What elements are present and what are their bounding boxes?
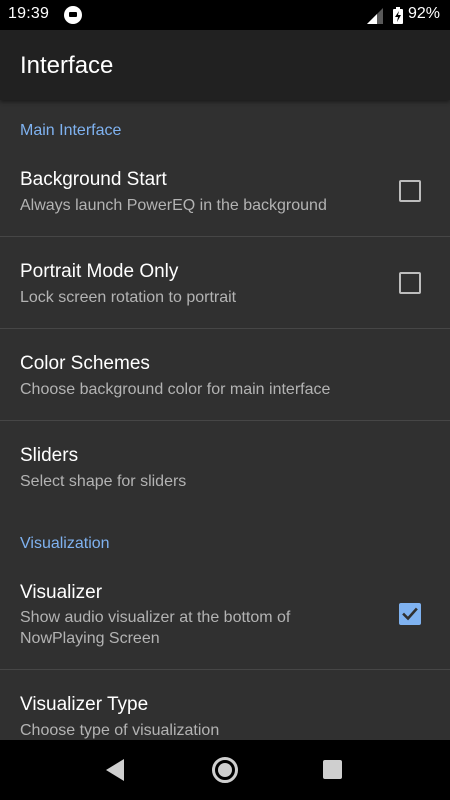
recents-square-icon[interactable] bbox=[323, 760, 342, 779]
pref-title: Visualizer Type bbox=[20, 694, 149, 715]
pref-title: Sliders bbox=[20, 445, 79, 466]
cell-signal-icon bbox=[367, 8, 383, 24]
pref-title: Portrait Mode Only bbox=[20, 261, 179, 282]
portrait-mode-checkbox[interactable] bbox=[399, 272, 421, 294]
settings-screen: 19:39 92% Interface Main Interface Backg… bbox=[0, 0, 450, 800]
checkmark-icon bbox=[402, 607, 418, 621]
back-triangle-icon[interactable] bbox=[106, 759, 124, 781]
app-bar: Interface bbox=[0, 30, 450, 100]
section-header-main-interface: Main Interface bbox=[20, 122, 122, 139]
pref-title: Background Start bbox=[20, 169, 167, 190]
pref-summary: Choose background color for main interfa… bbox=[20, 381, 331, 398]
pref-visualizer-type[interactable]: Visualizer Type Choose type of visualiza… bbox=[0, 670, 450, 740]
battery-charging-icon bbox=[393, 7, 403, 24]
app-notification-icon bbox=[64, 6, 82, 24]
pref-background-start[interactable]: Background Start Always launch PowerEQ i… bbox=[0, 144, 450, 237]
pref-summary: Lock screen rotation to portrait bbox=[20, 289, 237, 306]
background-start-checkbox[interactable] bbox=[399, 180, 421, 202]
preferences-list[interactable]: Main Interface Background Start Always l… bbox=[0, 100, 450, 740]
home-circle-icon[interactable] bbox=[212, 757, 238, 783]
battery-percent: 92% bbox=[408, 5, 441, 22]
pref-title: Visualizer bbox=[20, 582, 103, 603]
page-title: Interface bbox=[20, 52, 114, 79]
pref-sliders[interactable]: Sliders Select shape for sliders bbox=[0, 421, 450, 513]
pref-summary: Select shape for sliders bbox=[20, 473, 187, 490]
pref-color-schemes[interactable]: Color Schemes Choose background color fo… bbox=[0, 329, 450, 421]
status-time: 19:39 bbox=[8, 5, 50, 22]
navigation-bar bbox=[0, 740, 450, 800]
pref-summary: Show audio visualizer at the bottom of N… bbox=[20, 609, 291, 647]
pref-visualizer[interactable]: Visualizer Show audio visualizer at the … bbox=[0, 558, 450, 670]
pref-summary: Choose type of visualization bbox=[20, 722, 220, 739]
pref-title: Color Schemes bbox=[20, 353, 150, 374]
visualizer-checkbox[interactable] bbox=[399, 603, 421, 625]
pref-portrait-mode-only[interactable]: Portrait Mode Only Lock screen rotation … bbox=[0, 237, 450, 329]
section-header-visualization: Visualization bbox=[20, 535, 110, 552]
status-bar: 19:39 92% bbox=[0, 0, 450, 30]
pref-summary: Always launch PowerEQ in the background bbox=[20, 197, 327, 214]
